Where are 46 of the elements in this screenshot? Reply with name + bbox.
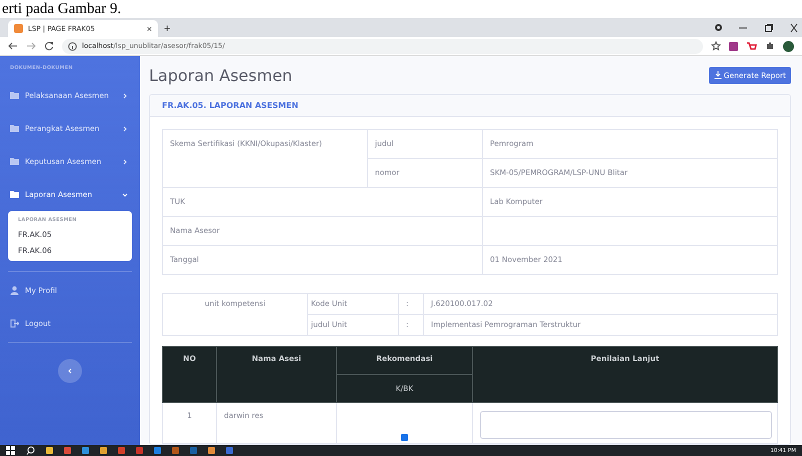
restore-icon[interactable]	[764, 22, 774, 32]
chevron-right-icon	[122, 126, 128, 132]
app-icon[interactable]	[118, 447, 125, 454]
forward-icon[interactable]	[26, 41, 36, 51]
app-icon[interactable]	[64, 447, 71, 454]
folder-icon[interactable]	[46, 447, 53, 454]
app-icon[interactable]	[190, 447, 197, 454]
info-icon	[68, 42, 77, 50]
folder-icon	[10, 125, 19, 132]
star-icon[interactable]	[711, 41, 721, 51]
back-icon[interactable]	[8, 41, 18, 51]
sidebar-toggle-button[interactable]	[58, 359, 82, 383]
card-title: FR.AK.05. LAPORAN ASESMEN	[150, 95, 790, 117]
new-tab-button[interactable]: +	[164, 23, 170, 37]
windows-start-icon[interactable]	[6, 446, 15, 455]
favicon-icon	[14, 24, 23, 33]
logout-icon	[10, 319, 19, 328]
folder-icon	[10, 92, 19, 99]
text-area[interactable]	[480, 411, 772, 439]
document-caption: erti pada Gambar 9.	[1, 0, 122, 18]
chevron-right-icon	[122, 92, 128, 98]
app-icon[interactable]	[172, 447, 179, 454]
tab-close-button[interactable]: ×	[146, 24, 152, 34]
chevron-down-icon	[122, 192, 128, 198]
folder-icon	[10, 158, 19, 165]
user-icon	[10, 286, 19, 295]
download-icon	[714, 71, 722, 79]
reload-icon[interactable]	[44, 41, 54, 51]
chevron-left-icon	[67, 368, 73, 374]
app-icon[interactable]	[100, 447, 107, 454]
avatar-icon[interactable]	[783, 40, 794, 52]
app-icon[interactable]	[226, 447, 233, 454]
checkbox[interactable]	[401, 434, 408, 441]
extension-icon[interactable]	[729, 42, 738, 50]
profile-circle-icon[interactable]	[715, 24, 722, 31]
app-icon[interactable]	[154, 447, 161, 454]
close-icon[interactable]	[790, 22, 798, 32]
app-icon[interactable]	[136, 447, 143, 454]
app-icon[interactable]	[82, 447, 89, 454]
cart-icon[interactable]	[746, 41, 757, 51]
search-icon[interactable]	[26, 446, 35, 455]
app-icon[interactable]	[208, 447, 215, 454]
folder-icon	[10, 191, 19, 198]
page-title: Laporan Asesmen	[149, 66, 292, 84]
puzzle-icon[interactable]	[765, 41, 775, 51]
chevron-right-icon	[122, 158, 128, 164]
